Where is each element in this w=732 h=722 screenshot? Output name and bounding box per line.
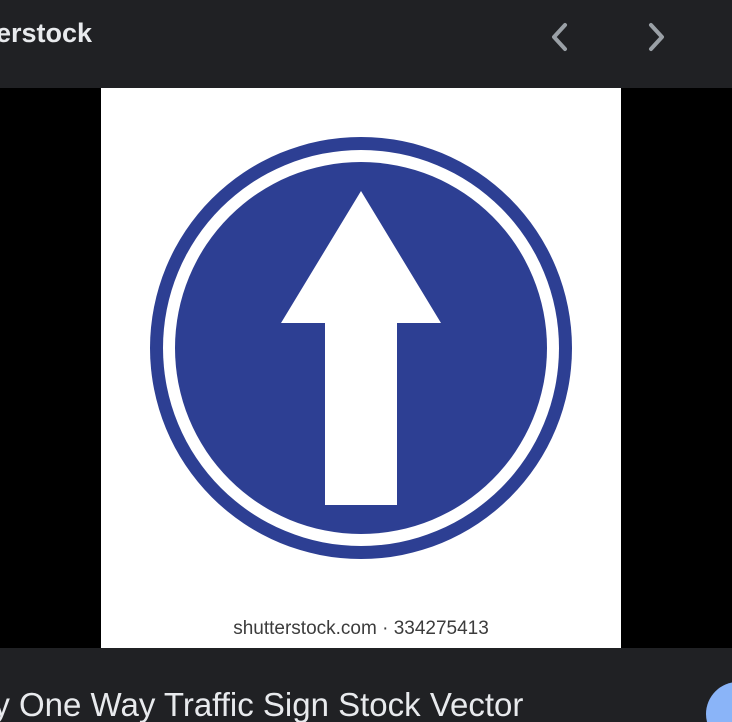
preview-header: erstock [0, 0, 732, 88]
preview-image[interactable]: shutterstock.com · 334275413 [101, 88, 621, 648]
image-preview-panel: erstock shutterstock.com · 334275413 ly … [0, 0, 732, 722]
preview-footer: ly One Way Traffic Sign Stock Vector [0, 648, 732, 722]
source-name[interactable]: erstock [0, 18, 92, 49]
chevron-right-icon [649, 23, 664, 51]
image-viewer: shutterstock.com · 334275413 [0, 88, 732, 648]
visit-button[interactable] [706, 682, 732, 722]
chevron-left-icon [552, 23, 567, 51]
image-title-link[interactable]: ly One Way Traffic Sign Stock Vector [0, 686, 523, 722]
one-way-arrow-sign [150, 137, 572, 559]
next-image-button[interactable] [633, 14, 679, 60]
image-watermark: shutterstock.com · 334275413 [233, 618, 489, 639]
previous-image-button[interactable] [537, 14, 583, 60]
